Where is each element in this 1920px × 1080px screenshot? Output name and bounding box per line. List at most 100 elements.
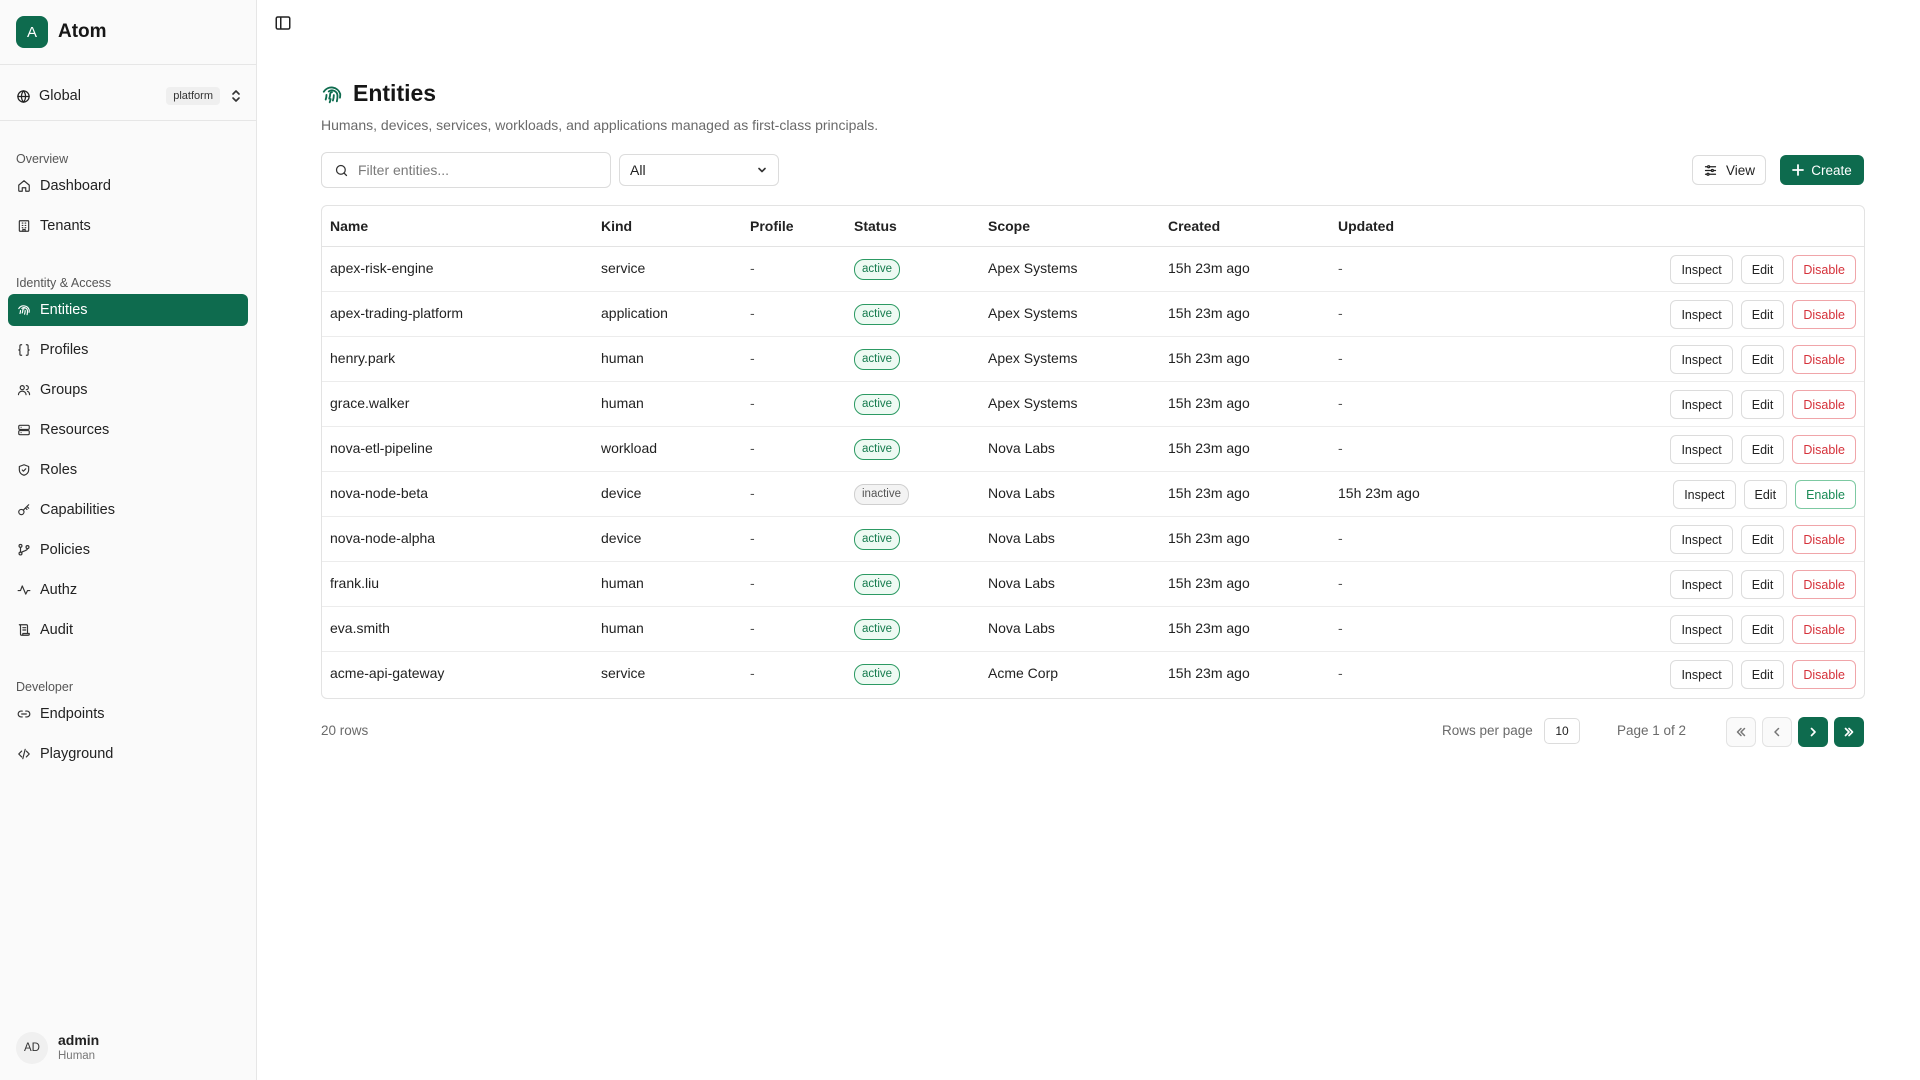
- sidebar-item-capabilities[interactable]: Capabilities: [8, 494, 248, 526]
- column-header-scope[interactable]: Scope: [988, 218, 1030, 234]
- column-header-status[interactable]: Status: [854, 218, 897, 234]
- table-row[interactable]: eva.smith human - active Nova Labs 15h 23m ag…: [322, 607, 1864, 652]
- sidebar-item-roles[interactable]: Roles: [8, 454, 248, 486]
- sidebar-item-label: Capabilities: [40, 502, 115, 518]
- sidebar-item-audit[interactable]: Audit: [8, 614, 248, 646]
- user-menu[interactable]: AD admin Human: [16, 1032, 99, 1064]
- column-header-name[interactable]: Name: [330, 218, 368, 234]
- table-row[interactable]: acme-api-gateway service - active Acme Corp 1…: [322, 652, 1864, 697]
- last-page-button[interactable]: [1834, 717, 1864, 747]
- sidebar-item-profiles[interactable]: Profiles: [8, 334, 248, 366]
- sidebar-item-playground[interactable]: Playground: [8, 738, 248, 770]
- filter-entities-field[interactable]: [358, 162, 598, 178]
- chevron-down-icon: [756, 164, 768, 176]
- rows-per-page-select[interactable]: 10: [1544, 718, 1580, 744]
- edit-button[interactable]: Edit: [1740, 615, 1785, 644]
- sidebar-section-label: Overview: [16, 152, 69, 166]
- edit-button[interactable]: Edit: [1740, 525, 1785, 554]
- edit-button[interactable]: Edit: [1740, 255, 1785, 284]
- column-header-profile[interactable]: Profile: [750, 218, 794, 234]
- brand-logo: A: [16, 16, 48, 48]
- inspect-button[interactable]: Inspect: [1670, 390, 1733, 419]
- sidebar-item-tenants[interactable]: Tenants: [8, 210, 248, 242]
- rows-per-page-label: Rows per page: [1442, 723, 1533, 738]
- sidebar-item-endpoints[interactable]: Endpoints: [8, 698, 248, 730]
- filter-entities-input[interactable]: [321, 152, 611, 188]
- cell-profile: -: [750, 620, 755, 636]
- sidebar-item-label: Groups: [40, 382, 88, 398]
- inspect-button[interactable]: Inspect: [1670, 660, 1733, 689]
- scope-switcher[interactable]: Global platform: [16, 84, 242, 108]
- disable-button[interactable]: Disable: [1792, 660, 1856, 689]
- table-row[interactable]: henry.park human - active Apex Systems 15h 23…: [322, 337, 1864, 382]
- disable-button[interactable]: Disable: [1792, 570, 1856, 599]
- table-row[interactable]: apex-risk-engine service - active Apex Syste…: [322, 247, 1864, 292]
- table-row[interactable]: frank.liu human - active Nova Labs 15h 23m ag…: [322, 562, 1864, 607]
- column-header-created[interactable]: Created: [1168, 218, 1220, 234]
- sidebar-toggle-icon[interactable]: [274, 14, 292, 32]
- inspect-button[interactable]: Inspect: [1670, 525, 1733, 554]
- table-row[interactable]: grace.walker human - active Apex Systems 15h …: [322, 382, 1864, 427]
- edit-button[interactable]: Edit: [1740, 435, 1785, 464]
- previous-page-button[interactable]: [1762, 717, 1792, 747]
- disable-button[interactable]: Disable: [1792, 300, 1856, 329]
- code-icon: [17, 747, 31, 761]
- sidebar-item-policies[interactable]: Policies: [8, 534, 248, 566]
- inspect-button[interactable]: Inspect: [1670, 570, 1733, 599]
- edit-button[interactable]: Edit: [1740, 390, 1785, 419]
- sidebar-item-groups[interactable]: Groups: [8, 374, 248, 406]
- sidebar-item-authz[interactable]: Authz: [8, 574, 248, 606]
- disable-button[interactable]: Disable: [1792, 255, 1856, 284]
- next-page-button[interactable]: [1798, 717, 1828, 747]
- disable-button[interactable]: Disable: [1792, 390, 1856, 419]
- cell-scope: Nova Labs: [988, 620, 1055, 636]
- first-page-button[interactable]: [1726, 717, 1756, 747]
- status-badge: active: [854, 619, 901, 640]
- view-options-button[interactable]: View: [1692, 155, 1766, 185]
- disable-button[interactable]: Disable: [1792, 525, 1856, 554]
- disable-button[interactable]: Disable: [1792, 345, 1856, 374]
- user-role: Human: [58, 1050, 96, 1062]
- edit-button[interactable]: Edit: [1740, 300, 1785, 329]
- users-icon: [17, 383, 31, 397]
- scope-badge: platform: [166, 87, 220, 105]
- inspect-button[interactable]: Inspect: [1670, 255, 1733, 284]
- cell-created: 15h 23m ago: [1168, 350, 1250, 366]
- cell-name: nova-etl-pipeline: [330, 440, 433, 456]
- inspect-button[interactable]: Inspect: [1670, 435, 1733, 464]
- sidebar-item-label: Authz: [40, 582, 78, 598]
- table-row[interactable]: nova-node-beta device - inactive Nova Labs 15…: [322, 472, 1864, 517]
- sidebar-item-resources[interactable]: Resources: [8, 414, 248, 446]
- brand-name: Atom: [58, 21, 107, 42]
- edit-button[interactable]: Edit: [1743, 480, 1788, 509]
- kind-filter-select[interactable]: All: [619, 154, 779, 186]
- page-subtitle: Humans, devices, services, workloads, an…: [321, 117, 879, 133]
- plus-icon: [1792, 164, 1805, 176]
- globe-icon: [16, 89, 31, 104]
- inspect-button[interactable]: Inspect: [1670, 345, 1733, 374]
- table-row[interactable]: nova-node-alpha device - active Nova Labs 15h…: [322, 517, 1864, 562]
- enable-button[interactable]: Enable: [1795, 480, 1856, 509]
- edit-button[interactable]: Edit: [1740, 660, 1785, 689]
- disable-button[interactable]: Disable: [1792, 435, 1856, 464]
- sidebar-item-label: Tenants: [40, 218, 91, 234]
- column-header-kind[interactable]: Kind: [601, 218, 632, 234]
- table-row[interactable]: apex-trading-platform application - active A…: [322, 292, 1864, 337]
- inspect-button[interactable]: Inspect: [1673, 480, 1736, 509]
- cell-created: 15h 23m ago: [1168, 305, 1250, 321]
- inspect-button[interactable]: Inspect: [1670, 300, 1733, 329]
- edit-button[interactable]: Edit: [1740, 345, 1785, 374]
- inspect-button[interactable]: Inspect: [1670, 615, 1733, 644]
- create-entity-button[interactable]: Create: [1780, 155, 1864, 185]
- sidebar-item-label: Entities: [40, 302, 88, 318]
- sidebar-divider: [0, 120, 256, 121]
- brand[interactable]: A Atom: [16, 16, 107, 48]
- cell-kind: device: [601, 485, 642, 501]
- disable-button[interactable]: Disable: [1792, 615, 1856, 644]
- table-row[interactable]: nova-etl-pipeline workload - active Nova Lab…: [322, 427, 1864, 472]
- sidebar-item-entities[interactable]: Entities: [8, 294, 248, 326]
- edit-button[interactable]: Edit: [1740, 570, 1785, 599]
- column-header-updated[interactable]: Updated: [1338, 218, 1394, 234]
- cell-profile: -: [750, 575, 755, 591]
- sidebar-item-dashboard[interactable]: Dashboard: [8, 170, 248, 202]
